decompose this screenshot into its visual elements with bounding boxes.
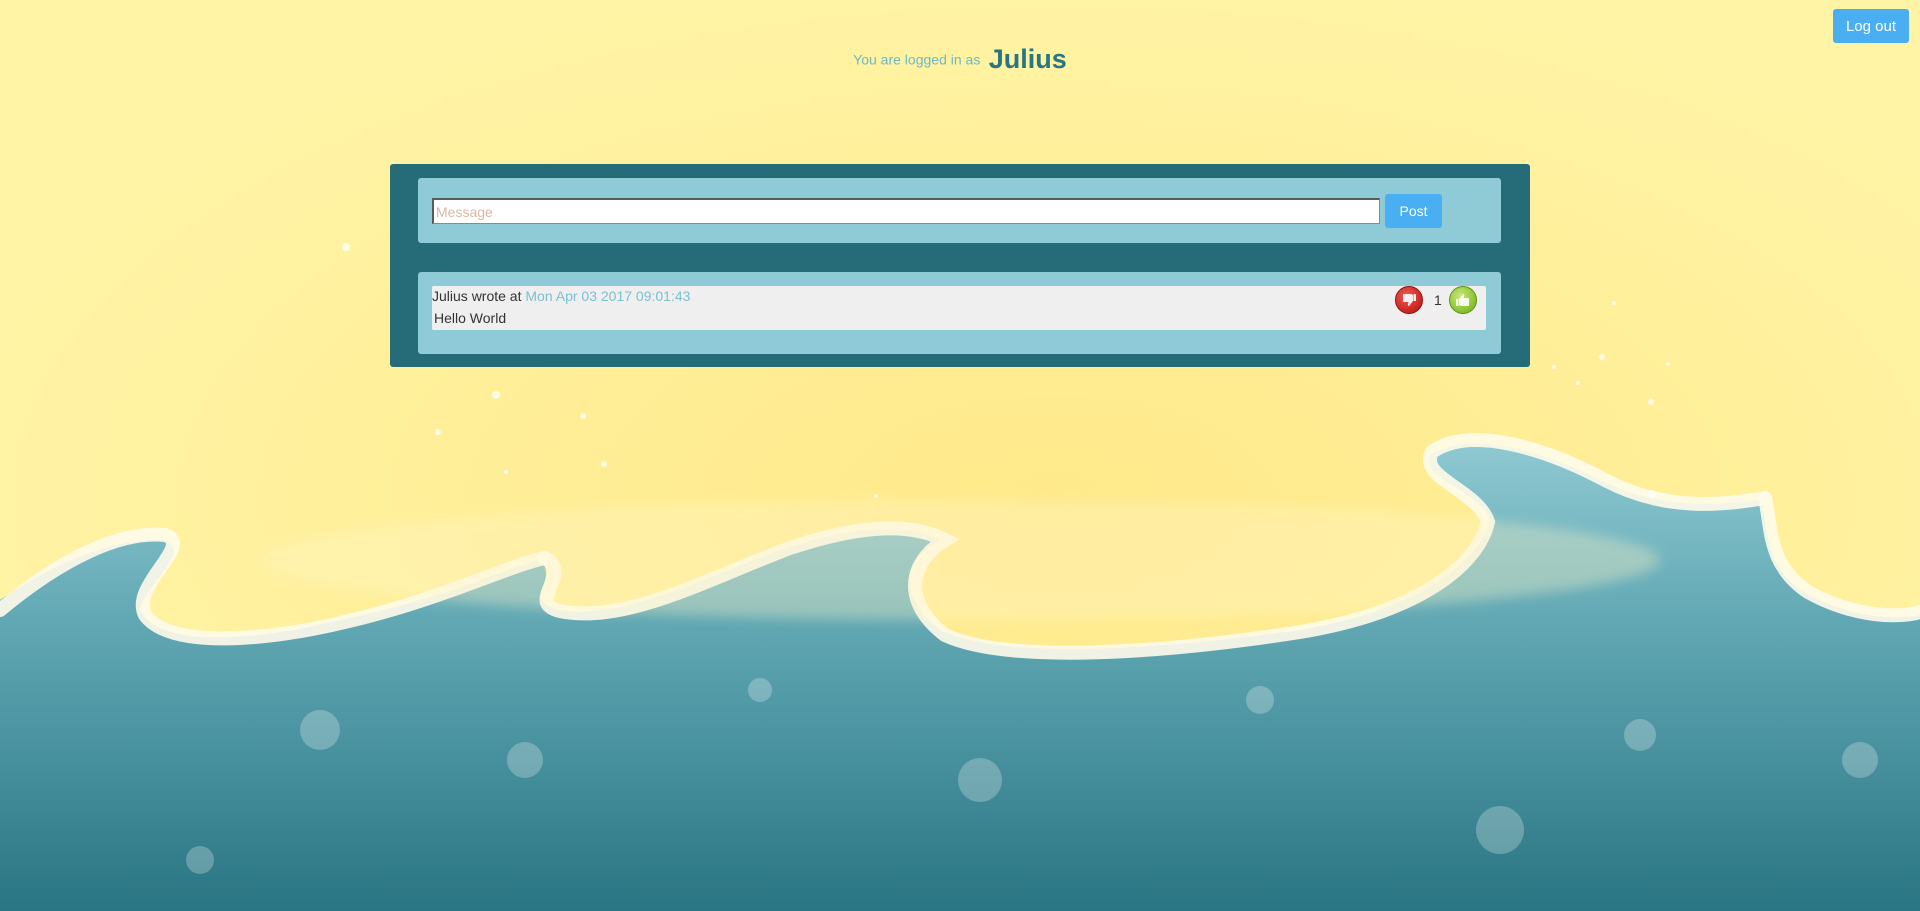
upvote-button[interactable] (1449, 286, 1477, 314)
post-button[interactable]: Post (1385, 194, 1442, 228)
logout-button[interactable]: Log out (1833, 9, 1909, 43)
compose-box: Post (418, 178, 1501, 243)
message-text: Hello World (434, 310, 507, 326)
thumbs-up-icon (1456, 294, 1470, 306)
message-wrote-at-label: wrote at (471, 288, 522, 304)
message-author: Julius (432, 288, 468, 304)
beach-wave-background (0, 0, 1920, 911)
thumbs-down-icon (1402, 294, 1416, 306)
username: Julius (988, 44, 1067, 74)
login-status: You are logged in as Julius (0, 44, 1920, 75)
chat-panel: Post Julius wrote at Mon Apr 03 2017 09:… (390, 164, 1530, 367)
downvote-button[interactable] (1395, 286, 1423, 314)
vote-score: 1 (1434, 292, 1442, 308)
message-timestamp: Mon Apr 03 2017 09:01:43 (525, 288, 691, 304)
message-item: Julius wrote at Mon Apr 03 2017 09:01:43… (432, 286, 1486, 330)
login-prefix-text: You are logged in as (853, 51, 981, 68)
message-feed: Julius wrote at Mon Apr 03 2017 09:01:43… (418, 272, 1501, 354)
message-meta: Julius wrote at Mon Apr 03 2017 09:01:43 (432, 288, 690, 304)
message-input[interactable] (432, 198, 1380, 224)
